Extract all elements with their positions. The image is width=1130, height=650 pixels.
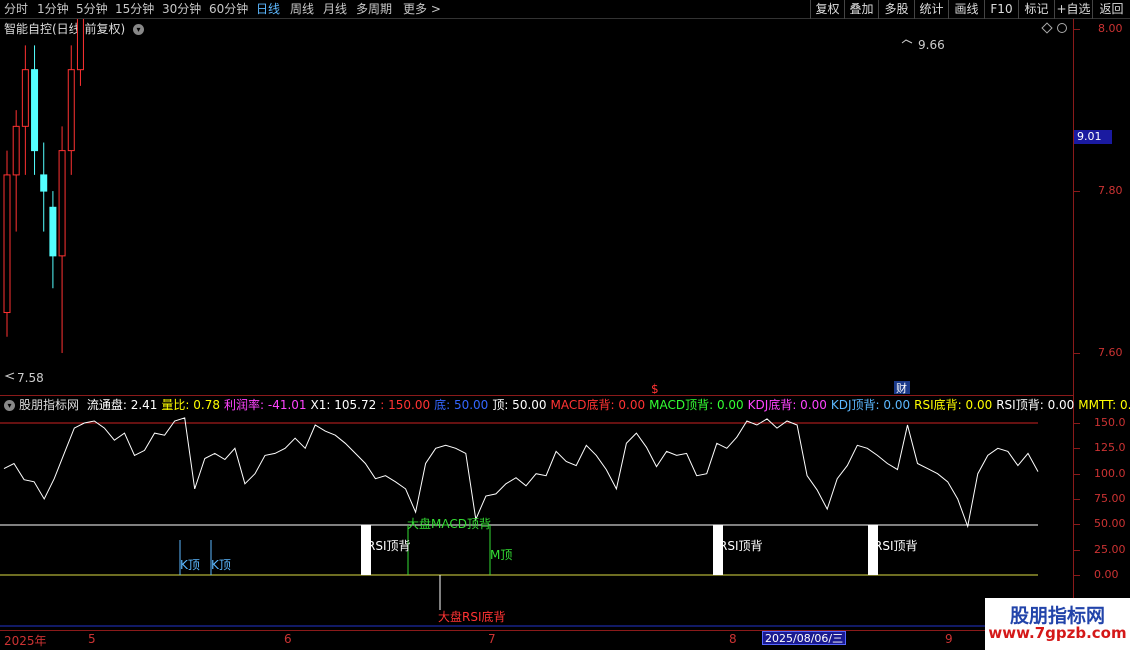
market-rsi-bottom-label: 大盘RSI底背 (438, 609, 506, 624)
candle-body (49, 206, 57, 257)
tab-15min[interactable]: 15分钟 (115, 1, 154, 18)
indicator-item-12: RSI顶背: 0.00 (996, 398, 1075, 412)
x-label-jun: 6 (284, 632, 292, 646)
tab-fenshi[interactable]: 分时 (4, 1, 28, 18)
x-label-sep: 9 (945, 632, 953, 646)
indicator-tick-label: 0.00 (1094, 568, 1119, 581)
candle-body (12, 125, 20, 176)
tab-60min[interactable]: 60分钟 (209, 1, 248, 18)
indicator-item-5: 底: 50.00 (434, 398, 489, 412)
indicator-item-3: X1: 105.72 (310, 398, 377, 412)
rsi-top-label-2: RSI顶背 (719, 539, 763, 553)
multi-stock-button[interactable]: 多股 (878, 0, 914, 19)
price-tick-label: 7.80 (1098, 184, 1123, 198)
rsi-top-label-1: RSI顶背 (367, 539, 411, 553)
candle-body (21, 69, 29, 127)
tab-5min[interactable]: 5分钟 (76, 1, 108, 18)
low-marker: 7.58 (4, 371, 44, 385)
indicator-item-13: MMTT: 0. (1078, 398, 1130, 412)
f10-button[interactable]: F10 (984, 0, 1018, 19)
indicator-tick-label: 150.0 (1094, 416, 1126, 429)
high-label: 9.66 (918, 38, 945, 52)
indicator-menu-icon[interactable]: ▾ (4, 400, 15, 411)
fuquan-button[interactable]: 复权 (810, 0, 844, 19)
cursor-date: 2025/08/06/三 (762, 631, 847, 645)
candle-body (58, 150, 66, 257)
indicator-item-7: MACD底背: 0.00 (550, 398, 646, 412)
indicator-tick-label: 75.00 (1094, 492, 1126, 505)
candle-body (76, 19, 84, 71)
k-top-label-1: K顶 (180, 558, 200, 572)
overlay-button[interactable]: 叠加 (844, 0, 878, 19)
indicator-legend: ▾ 股朋指标网 流通盘: 2.41 量比: 0.78 利润率: -41.01 X1: 1… (0, 397, 1130, 413)
candle-body (31, 69, 39, 152)
x-label-jul: 7 (488, 632, 496, 646)
watermark: 股朋指标网 www.7gpzb.com (985, 598, 1130, 650)
price-tick-mark (1074, 191, 1080, 193)
back-button[interactable]: 返回 (1092, 0, 1130, 19)
panel-divider (0, 395, 1073, 396)
tab-daily[interactable]: 日线 (256, 1, 280, 18)
indicator-tick-mark (1074, 524, 1080, 526)
indicator-name[interactable]: 股朋指标网 (19, 398, 79, 412)
add-favorite-button[interactable]: +自选 (1054, 0, 1092, 19)
draw-line-button[interactable]: 画线 (948, 0, 984, 19)
indicator-item-2: 利润率: -41.01 (224, 398, 307, 412)
mark-button[interactable]: 标记 (1018, 0, 1054, 19)
dollar-marker: $ (651, 382, 659, 394)
period-toolbar: 分时 1分钟 5分钟 15分钟 30分钟 60分钟 日线 周线 月线 多周期 更… (0, 0, 1130, 19)
indicator-item-4: : 150.00 (380, 398, 431, 412)
candle-body (3, 174, 11, 314)
indicator-tick-label: 25.00 (1094, 542, 1126, 556)
price-axis (1073, 19, 1130, 630)
x1-line (3, 417, 1039, 529)
market-macd-top-label: 大盘MACD顶背 (407, 516, 491, 531)
high-marker-arrow (901, 39, 913, 44)
indicator-chart[interactable]: K顶 K顶 RSI顶背 RSI顶背 RSI顶背 大盘MACD顶背 M顶 大盘RS… (0, 412, 1073, 630)
indicator-tick-mark (1074, 448, 1080, 450)
indicator-item-1: 量比: 0.78 (161, 398, 220, 412)
indicator-tick-mark (1074, 423, 1080, 424)
current-price-box: 9.01 (1074, 130, 1112, 144)
price-tick-label: 7.60 (1098, 346, 1123, 359)
indicator-tick-label: 50.00 (1094, 517, 1126, 531)
indicator-tick-label: 125.0 (1094, 441, 1126, 455)
candle-body (40, 174, 48, 192)
low-label: 7.58 (17, 371, 44, 385)
low-marker-arrow (4, 372, 15, 380)
price-tick-mark (1074, 29, 1080, 31)
tab-monthly[interactable]: 月线 (323, 1, 347, 18)
finance-marker: 财 (896, 381, 907, 394)
tab-weekly[interactable]: 周线 (290, 1, 314, 18)
x-label-aug: 8 (729, 632, 737, 646)
time-axis (0, 630, 1130, 650)
tab-more[interactable]: 更多 > (403, 1, 441, 18)
k-top-label-2: K顶 (211, 558, 231, 572)
high-marker: 9.66 (901, 38, 945, 52)
tab-multi-period[interactable]: 多周期 (356, 1, 392, 18)
indicator-tick-mark (1074, 473, 1080, 475)
indicator-item-9: KDJ底背: 0.00 (747, 398, 827, 412)
indicator-tick-mark (1074, 549, 1080, 551)
indicator-item-11: RSI底背: 0.00 (914, 398, 993, 412)
rsi-top-label-3: RSI顶背 (874, 539, 918, 553)
watermark-url: www.7gpzb.com (988, 624, 1127, 642)
candle-body (67, 69, 75, 152)
tab-30min[interactable]: 30分钟 (162, 1, 201, 18)
indicator-tick-mark (1074, 499, 1080, 500)
candlestick-chart[interactable]: 9.66 7.58 $ 财 (0, 19, 1073, 394)
price-tick-mark (1074, 353, 1080, 354)
indicator-item-8: MACD顶背: 0.00 (649, 398, 744, 412)
price-tick-label: 8.00 (1098, 22, 1123, 36)
indicator-item-10: KDJ顶背: 0.00 (830, 398, 911, 412)
indicator-tick-label: 100.0 (1094, 466, 1126, 480)
indicator-item-0: 流通盘: 2.41 (86, 398, 158, 412)
indicator-tick-mark (1074, 575, 1080, 576)
m-top-label: M顶 (490, 548, 512, 562)
indicator-item-6: 顶: 50.00 (492, 398, 547, 412)
x-label-year: 2025年 (4, 634, 47, 648)
x-label-may: 5 (88, 632, 96, 646)
tab-1min[interactable]: 1分钟 (37, 1, 69, 18)
statistics-button[interactable]: 统计 (914, 0, 948, 19)
